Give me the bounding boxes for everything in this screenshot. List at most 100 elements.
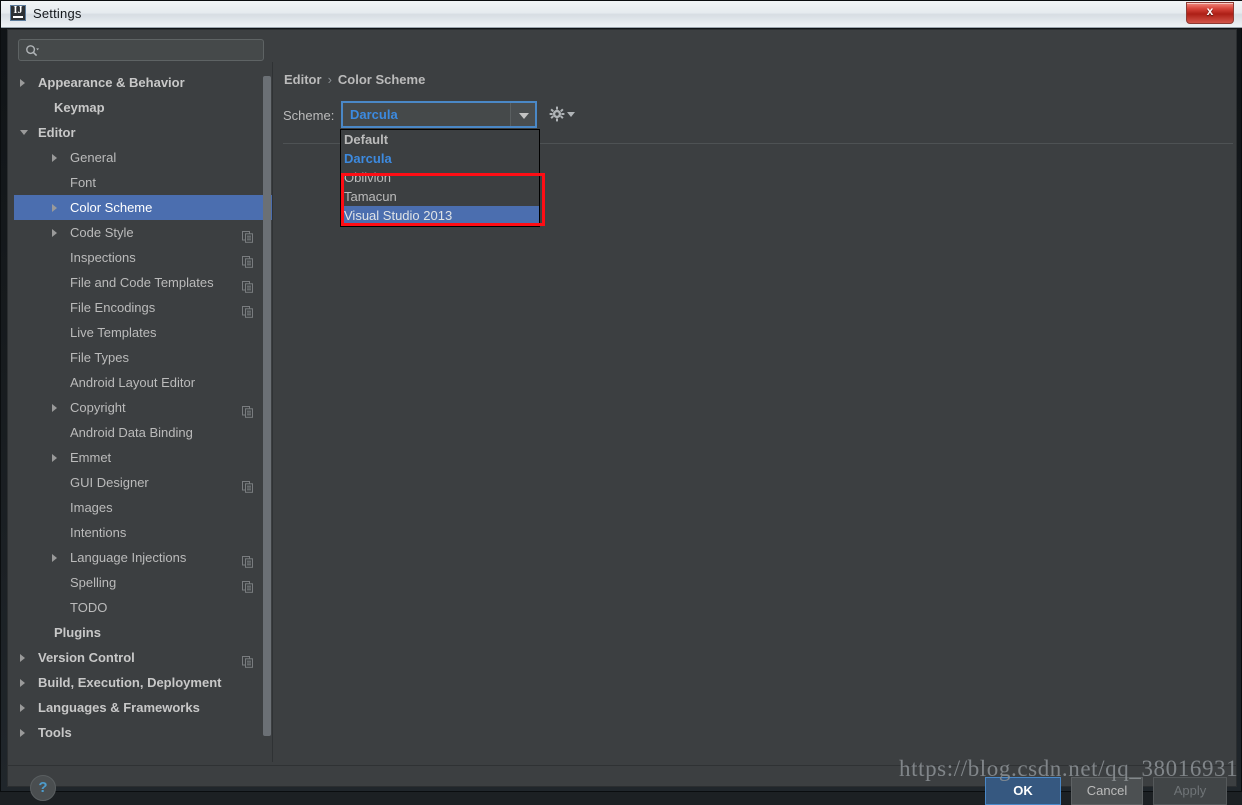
chevron-right-icon[interactable] [20,679,25,687]
copy-scope-icon [242,651,254,668]
sidebar-item-file-encodings[interactable]: File Encodings [14,295,272,320]
sidebar-item-font[interactable]: Font [14,170,272,195]
sidebar-item-android-data-binding[interactable]: Android Data Binding [14,420,272,445]
window-title: Settings [33,5,82,21]
scheme-settings-button[interactable] [549,106,575,122]
sidebar-item-plugins[interactable]: Plugins [14,620,272,645]
chevron-down-icon[interactable] [20,130,28,135]
apply-button: Apply [1153,777,1227,805]
dropdown-option-oblivion[interactable]: Oblivion [341,168,539,187]
gear-icon [549,106,565,126]
chevron-right-icon[interactable] [20,79,25,87]
sidebar-item-build-execution-deployment[interactable]: Build, Execution, Deployment [14,670,272,695]
close-button[interactable]: x [1186,2,1234,24]
sidebar-item-label: Tools [38,725,72,740]
help-icon: ? [38,779,48,796]
sidebar-item-label: Spelling [70,575,117,590]
copy-scope-icon [242,226,254,243]
sidebar-item-label: Emmet [70,450,112,465]
sidebar-item-file-types[interactable]: File Types [14,345,272,370]
intellij-idea-icon [10,5,26,21]
search-icon [25,44,39,58]
sidebar-item-label: General [70,150,117,165]
dropdown-option-default[interactable]: Default [341,130,539,149]
scheme-dropdown-list[interactable]: Default Darcula Oblivion Tamacun Visual Stud… [340,129,540,227]
sidebar-item-editor[interactable]: Editor [14,120,272,145]
chevron-right-icon[interactable] [20,704,25,712]
chevron-right-icon[interactable] [52,404,57,412]
sidebar-item-label: File and Code Templates [70,275,214,290]
sidebar-item-label: Images [70,500,113,515]
chevron-right-icon[interactable] [52,154,57,162]
sidebar-item-label: Android Data Binding [70,425,193,440]
breadcrumb-current: Color Scheme [337,72,426,87]
sidebar-item-android-layout-editor[interactable]: Android Layout Editor [14,370,272,395]
breadcrumb: Editor › Color Scheme [284,72,425,87]
chevron-right-icon[interactable] [52,554,57,562]
sidebar-item-label: Keymap [54,100,105,115]
dropdown-option-visual-studio-2013[interactable]: Visual Studio 2013 [341,206,539,225]
dropdown-option-darcula[interactable]: Darcula [341,149,539,168]
tree-scrollbar-thumb[interactable] [263,76,271,736]
sidebar-item-tools[interactable]: Tools [14,720,272,745]
sidebar-item-appearance-behavior[interactable]: Appearance & Behavior [14,70,272,95]
copy-scope-icon [242,251,254,268]
tree-scrollbar[interactable] [263,74,271,756]
breadcrumb-separator-icon: › [327,72,332,87]
sidebar-item-label: Plugins [54,625,101,640]
sidebar-item-copyright[interactable]: Copyright [14,395,272,420]
settings-dialog: Appearance & Behavior Keymap Editor General… [7,29,1237,805]
chevron-right-icon[interactable] [52,204,57,212]
ok-button[interactable]: OK [985,777,1061,805]
sidebar-item-intentions[interactable]: Intentions [14,520,272,545]
sidebar-item-inspections[interactable]: Inspections [14,245,272,270]
dropdown-option-tamacun[interactable]: Tamacun [341,187,539,206]
sidebar-item-label: Android Layout Editor [70,375,196,390]
sidebar-item-label: File Types [70,350,130,365]
sidebar-item-label: Code Style [70,225,134,240]
sidebar-item-languages-frameworks[interactable]: Languages & Frameworks [14,695,272,720]
copy-scope-icon [242,276,254,293]
cancel-button[interactable]: Cancel [1071,777,1143,805]
scheme-combobox-arrow-button[interactable] [510,103,535,126]
sidebar-item-language-injections[interactable]: Language Injections [14,545,272,570]
sidebar-item-label: Languages & Frameworks [38,700,200,715]
search-input[interactable] [18,39,264,61]
sidebar-item-spelling[interactable]: Spelling [14,570,272,595]
copy-scope-icon [242,576,254,593]
copy-scope-icon [242,301,254,318]
copy-scope-icon [242,401,254,418]
sidebar-item-general[interactable]: General [14,145,272,170]
close-icon: x [1206,4,1214,18]
chevron-right-icon[interactable] [52,454,57,462]
sidebar-item-label: Intentions [70,525,127,540]
title-bar-left: Settings [10,5,82,21]
scheme-combobox-value: Darcula [350,107,398,122]
sidebar-item-keymap[interactable]: Keymap [14,95,272,120]
sidebar-item-label: TODO [70,600,108,615]
help-button[interactable]: ? [30,775,56,801]
sidebar-item-emmet[interactable]: Emmet [14,445,272,470]
sidebar-item-label: Appearance & Behavior [38,75,185,90]
sidebar-item-label: Copyright [70,400,126,415]
sidebar-item-file-and-code-templates[interactable]: File and Code Templates [14,270,272,295]
chevron-right-icon[interactable] [20,729,25,737]
sidebar-item-label: Editor [38,125,76,140]
sidebar-item-gui-designer[interactable]: GUI Designer [14,470,272,495]
sidebar-item-todo[interactable]: TODO [14,595,272,620]
copy-scope-icon [242,476,254,493]
chevron-right-icon[interactable] [52,229,57,237]
sidebar-item-images[interactable]: Images [14,495,272,520]
breadcrumb-parent[interactable]: Editor [284,72,322,87]
sidebar-item-label: Language Injections [70,550,187,565]
scheme-combobox[interactable]: Darcula [341,101,537,128]
sidebar-item-label: Version Control [38,650,135,665]
title-bar: Settings x [1,1,1242,28]
chevron-right-icon[interactable] [20,654,25,662]
settings-tree[interactable]: Appearance & Behavior Keymap Editor General… [14,70,272,760]
sidebar-item-code-style[interactable]: Code Style [14,220,272,245]
sidebar-item-color-scheme[interactable]: Color Scheme [14,195,272,220]
sidebar-item-live-templates[interactable]: Live Templates [14,320,272,345]
sidebar-item-label: GUI Designer [70,475,149,490]
sidebar-item-version-control[interactable]: Version Control [14,645,272,670]
